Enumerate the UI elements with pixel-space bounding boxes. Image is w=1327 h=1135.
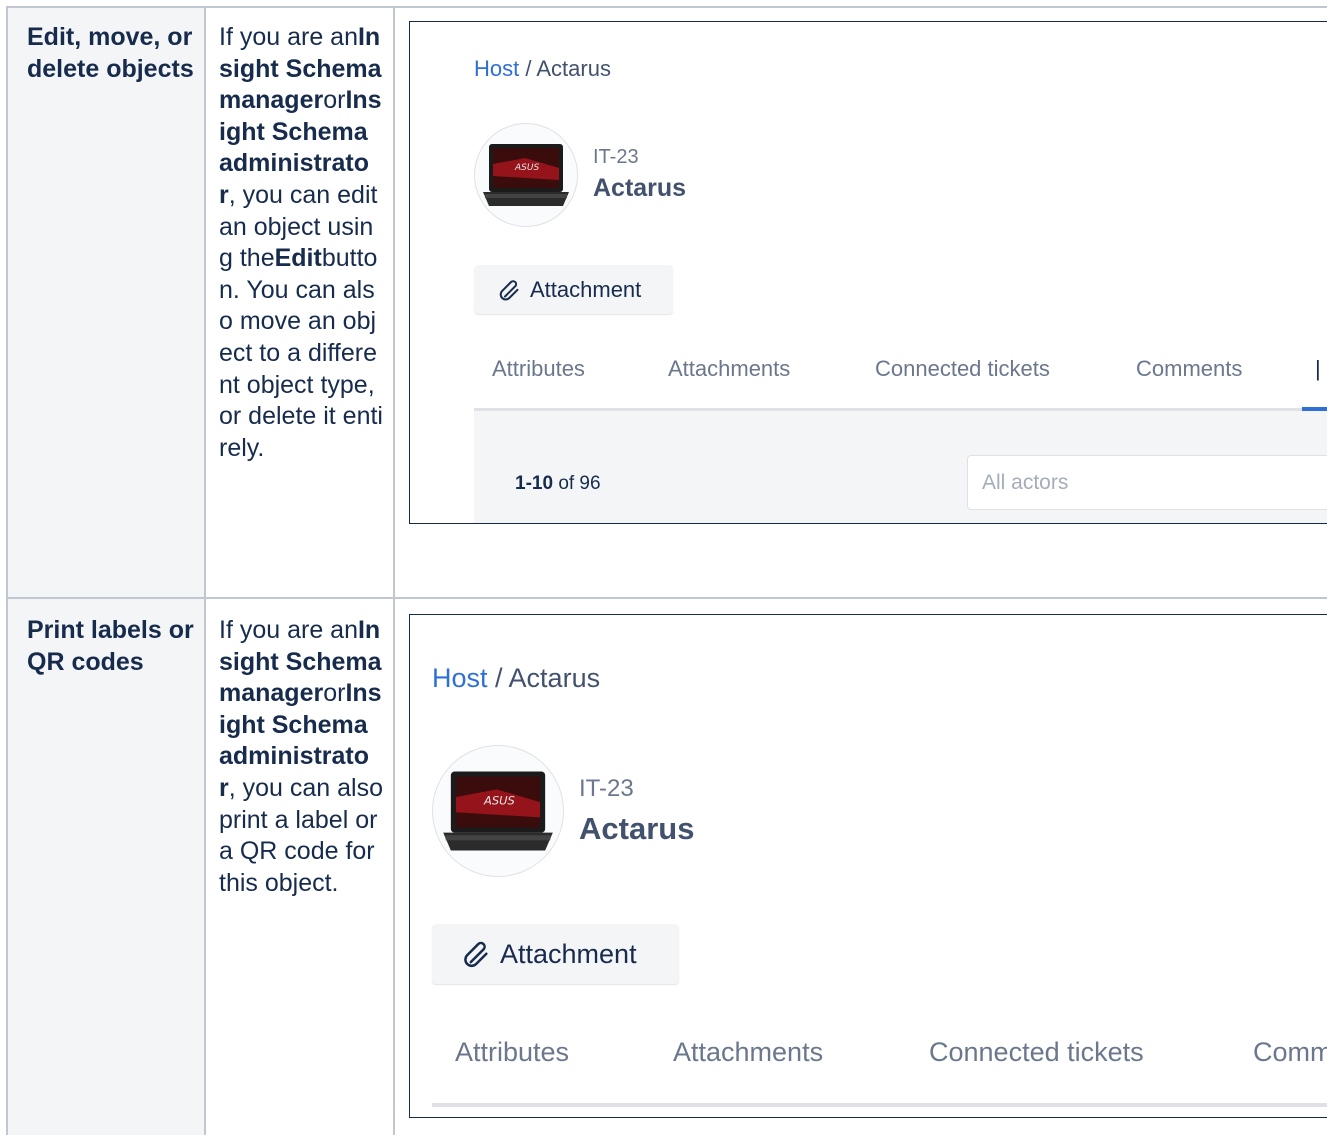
laptop-thumbnail-icon: ASUS — [483, 144, 569, 206]
table-divider-1 — [204, 6, 206, 1135]
svg-text:ASUS: ASUS — [483, 794, 515, 808]
actors-filter-placeholder: All actors — [982, 470, 1069, 494]
object-avatar: ASUS — [432, 745, 564, 877]
object-name: Actarus — [579, 811, 695, 846]
object-key: IT-23 — [593, 146, 639, 168]
svg-text:ASUS: ASUS — [514, 163, 539, 173]
object-view-screenshot: Host / Actarus ASUS IT-23 Actarus Attach… — [409, 21, 1327, 524]
tab-attachments[interactable]: Attachments — [673, 1037, 823, 1068]
object-name: Actarus — [593, 174, 687, 202]
tab-attributes[interactable]: Attributes — [455, 1037, 569, 1068]
attachment-button-label: Attachment — [500, 938, 637, 969]
breadcrumb-current: Actarus — [536, 56, 611, 81]
actors-filter-select[interactable]: All actors — [967, 455, 1327, 510]
laptop-thumbnail-icon: ASUS — [443, 771, 553, 851]
object-key: IT-23 — [579, 775, 634, 802]
attachment-button[interactable]: Attachment — [474, 265, 673, 314]
breadcrumb-link-host[interactable]: Host — [432, 663, 488, 693]
breadcrumb-link-host[interactable]: Host — [474, 56, 519, 81]
tab-underline — [432, 1103, 1327, 1107]
object-avatar: ASUS — [474, 123, 578, 227]
tab-connected-tickets[interactable]: Connected tickets — [929, 1037, 1144, 1068]
breadcrumb: Host / Actarus — [432, 663, 601, 693]
breadcrumb: Host / Actarus — [474, 56, 611, 81]
table-col-heading-bg — [7, 7, 204, 1135]
table-border-left — [6, 6, 8, 1135]
table-row-divider — [6, 597, 1327, 599]
tab-attributes[interactable]: Attributes — [492, 356, 585, 382]
tab-connected-tickets[interactable]: Connected tickets — [875, 356, 1050, 382]
row-heading: Edit, move, or delete objects — [27, 23, 194, 83]
row-heading: Print labels or QR codes — [27, 616, 194, 676]
row-description: If you are anInsight Schema managerorIns… — [219, 23, 383, 462]
paperclip-icon — [462, 939, 492, 969]
table-divider-2 — [393, 6, 395, 1135]
object-view-screenshot: Host / Actarus ASUS IT-23 Actarus Attach… — [409, 614, 1327, 1118]
attachment-button[interactable]: Attachment — [432, 924, 679, 984]
paperclip-icon — [498, 278, 522, 302]
row-description: If you are anInsight Schema managerorIns… — [219, 616, 383, 897]
breadcrumb-current: Actarus — [508, 663, 601, 693]
attachment-button-label: Attachment — [530, 276, 642, 302]
tab-comments-cut[interactable]: Comm — [1253, 1037, 1327, 1068]
tab-history-cut[interactable]: | — [1315, 356, 1321, 382]
tab-attachments[interactable]: Attachments — [668, 356, 790, 382]
tab-comments[interactable]: Comments — [1136, 356, 1242, 382]
pagination-range: 1-10 of 96 — [515, 473, 601, 494]
